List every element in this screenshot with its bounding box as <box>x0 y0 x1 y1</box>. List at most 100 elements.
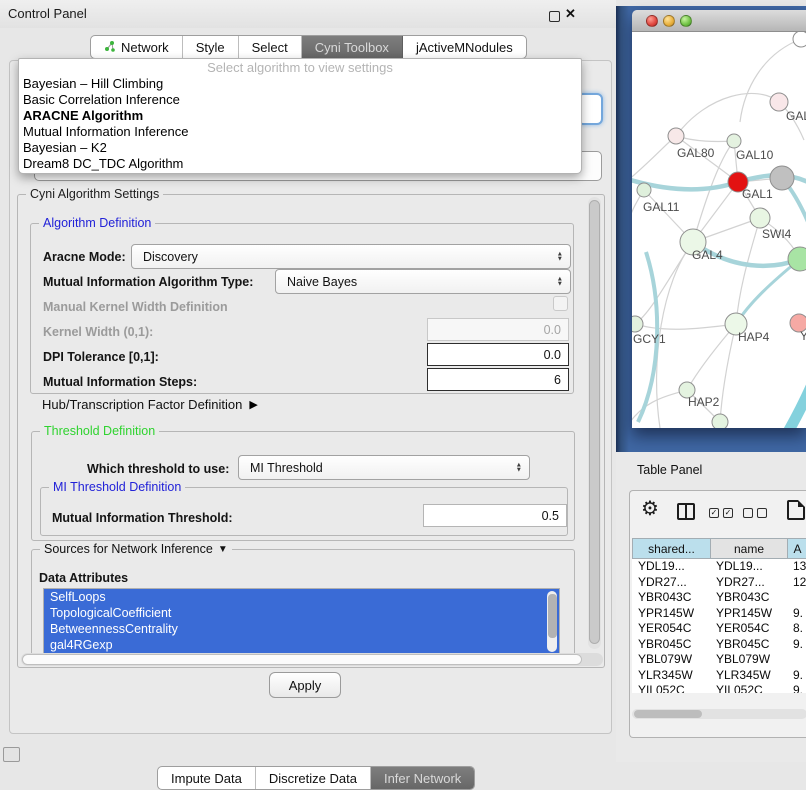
threshold-definition-legend: Threshold Definition <box>40 424 159 438</box>
attribute-item[interactable]: TopologicalCoefficient <box>44 605 559 621</box>
node-label: GAL4 <box>692 248 723 262</box>
table-row[interactable]: YER054CYER054C8. <box>632 621 806 637</box>
cyni-algorithm-settings-group: Cyni Algorithm Settings Algorithm Defini… <box>17 194 605 668</box>
tab-network[interactable]: Network <box>91 36 183 58</box>
cyni-settings-legend: Cyni Algorithm Settings <box>26 187 163 201</box>
network-icon <box>104 40 116 55</box>
tab-style[interactable]: Style <box>183 36 239 58</box>
dropdown-item-aracne[interactable]: ARACNE Algorithm <box>19 108 581 124</box>
network-window-titlebar[interactable] <box>632 10 806 32</box>
table-row[interactable]: YLR345WYLR345W9. <box>632 668 806 684</box>
table-header-row: shared... name A <box>632 538 806 559</box>
tab-impute-data[interactable]: Impute Data <box>158 767 256 789</box>
threshold-definition-group: Threshold Definition Which threshold to … <box>31 431 575 541</box>
node[interactable] <box>712 414 728 428</box>
node-gal80[interactable] <box>668 128 684 144</box>
new-table-icon[interactable] <box>787 500 805 520</box>
cyni-mode-tabbar: Impute Data Discretize Data Infer Networ… <box>157 766 475 790</box>
manual-kernel-label: Manual Kernel Width Definition <box>43 300 228 314</box>
tab-discretize-data[interactable]: Discretize Data <box>256 767 371 789</box>
table-row[interactable]: YBL079WYBL079W <box>632 652 806 668</box>
attributes-scrollbar[interactable] <box>547 591 557 652</box>
mi-type-value: Naive Bayes <box>287 275 357 289</box>
node-gal1[interactable] <box>750 208 770 228</box>
mi-type-combobox[interactable]: Naive Bayes ▲▼ <box>275 269 571 294</box>
gear-icon[interactable]: ⚙ <box>641 499 659 519</box>
which-threshold-value: MI Threshold <box>250 461 323 475</box>
network-canvas[interactable]: GAL GAL80 GAL10 GAL1 GAL11 SWI4 GAL4 GCY… <box>632 32 806 428</box>
close-window-icon[interactable] <box>646 15 658 27</box>
column-header-shared-name[interactable]: shared... <box>632 538 710 559</box>
bottom-left-grip[interactable] <box>3 747 20 762</box>
attribute-item[interactable]: BetweennessCentrality <box>44 621 559 637</box>
table-row[interactable]: YDR27...YDR27...12 <box>632 575 806 591</box>
data-attributes-list: SelfLoops TopologicalCoefficient Between… <box>43 588 560 655</box>
table-row[interactable]: YBR045CYBR045C9. <box>632 637 806 653</box>
data-attributes-label: Data Attributes <box>39 571 128 585</box>
table-row[interactable]: YPR145WYPR145W9. <box>632 606 806 622</box>
column-header-name[interactable]: name <box>710 538 787 559</box>
minimize-window-icon[interactable] <box>663 15 675 27</box>
panel-title: Control Panel <box>8 6 87 21</box>
dropdown-item[interactable]: Bayesian – Hill Climbing <box>19 76 581 92</box>
kernel-width-label: Kernel Width (0,1): <box>43 325 153 339</box>
settings-horizontal-scrollbar[interactable] <box>21 653 603 666</box>
table-panel-region: Table Panel ⚙ ✓✓ shared... name A YDL19.… <box>616 452 806 762</box>
which-threshold-label: Which threshold to use: <box>87 462 229 476</box>
hide-columns-icon[interactable] <box>743 508 767 518</box>
attribute-item[interactable]: gal4RGexp <box>44 637 559 653</box>
algorithm-dropdown-popup: Select algorithm to view settings Bayesi… <box>18 58 582 174</box>
sources-legend[interactable]: Sources for Network Inference ▼ <box>40 542 232 556</box>
float-panel-icon[interactable] <box>549 11 560 22</box>
control-panel-titlebar: Control Panel ✕ <box>0 0 616 28</box>
control-panel-tabbar: Network Style Select Cyni Toolbox jActiv… <box>90 35 527 59</box>
table-row[interactable]: YDL19...YDL19...13 <box>632 559 806 575</box>
node-label: GAL <box>786 109 806 123</box>
node-label: GCY1 <box>633 332 666 346</box>
manual-kernel-checkbox <box>553 296 568 311</box>
table-row[interactable]: YIL052CYIL052C9. <box>632 683 806 693</box>
columns-icon[interactable] <box>677 503 695 520</box>
expander-collapsed-icon: ▶ <box>249 398 257 411</box>
dropdown-item[interactable]: Mutual Information Inference <box>19 124 581 140</box>
node-gray[interactable] <box>770 166 794 190</box>
mi-threshold-legend: MI Threshold Definition <box>49 480 185 494</box>
node-gal10[interactable] <box>727 134 741 148</box>
tab-cyni-toolbox[interactable]: Cyni Toolbox <box>302 36 403 58</box>
node[interactable] <box>793 32 806 47</box>
node-label: GAL11 <box>643 200 680 214</box>
hub-tf-expander[interactable]: Hub/Transcription Factor Definition ▶ <box>42 397 258 412</box>
dpi-tolerance-field[interactable]: 0.0 <box>427 343 569 366</box>
stepper-icon: ▲▼ <box>557 251 563 262</box>
table-horizontal-scrollbar[interactable] <box>632 709 806 719</box>
dropdown-item[interactable]: Bayesian – K2 <box>19 140 581 156</box>
tab-select[interactable]: Select <box>239 36 302 58</box>
column-header-clipped[interactable]: A <box>787 538 806 559</box>
stepper-icon: ▲▼ <box>557 276 563 287</box>
tab-jactivemnodules[interactable]: jActiveMNodules <box>403 36 526 58</box>
node-gal11[interactable] <box>637 183 651 197</box>
zoom-window-icon[interactable] <box>680 15 692 27</box>
attribute-item[interactable]: SelfLoops <box>44 589 559 605</box>
kernel-width-field: 0.0 <box>427 318 569 341</box>
show-columns-icon[interactable]: ✓✓ <box>709 508 733 518</box>
mi-threshold-group: MI Threshold Definition Mutual Informati… <box>40 487 568 536</box>
aracne-mode-value: Discovery <box>143 250 198 264</box>
node-gcy1[interactable] <box>632 316 643 332</box>
table-panel-title: Table Panel <box>637 463 702 477</box>
mi-steps-field[interactable]: 6 <box>427 368 569 391</box>
dropdown-item[interactable]: Dream8 DC_TDC Algorithm <box>19 156 581 172</box>
mi-steps-label: Mutual Information Steps: <box>43 375 197 389</box>
mi-threshold-field[interactable]: 0.5 <box>423 504 567 527</box>
table-body: YDL19...YDL19...13 YDR27...YDR27...12 YB… <box>632 559 806 693</box>
tab-network-label: Network <box>121 40 169 55</box>
tab-infer-network[interactable]: Infer Network <box>371 767 474 789</box>
apply-button[interactable]: Apply <box>269 672 341 698</box>
collapse-arrow-icon: ▼ <box>218 544 228 555</box>
which-threshold-combobox[interactable]: MI Threshold ▲▼ <box>238 455 530 480</box>
table-row[interactable]: YBR043CYBR043C <box>632 590 806 606</box>
dropdown-item[interactable]: Basic Correlation Inference <box>19 92 581 108</box>
settings-vertical-scrollbar[interactable] <box>588 197 601 649</box>
close-panel-icon[interactable]: ✕ <box>565 6 576 22</box>
aracne-mode-combobox[interactable]: Discovery ▲▼ <box>131 244 571 269</box>
